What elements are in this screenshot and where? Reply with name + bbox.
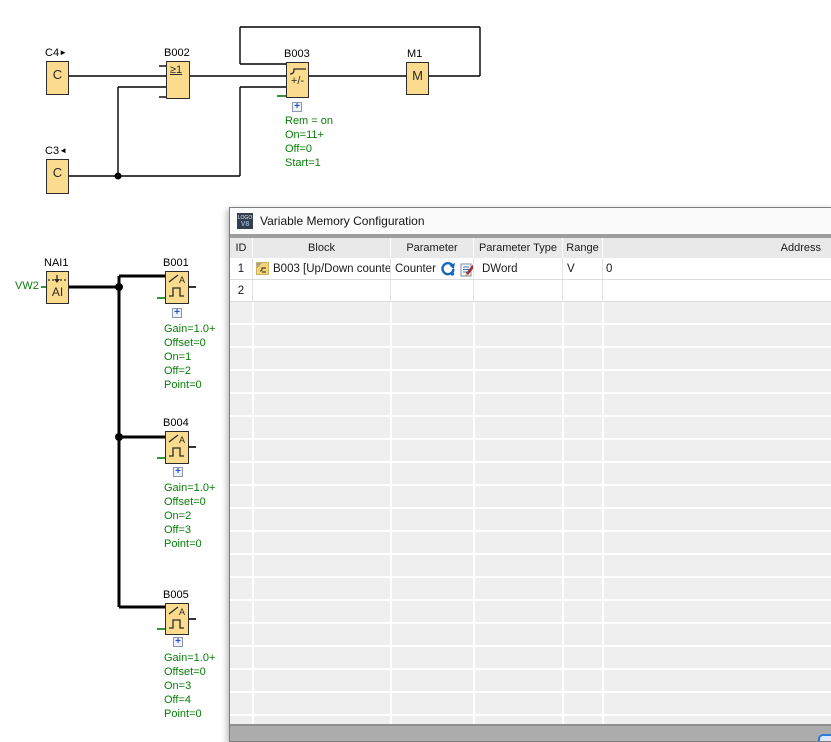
ok-button[interactable]	[818, 734, 831, 742]
expand-icon-b004[interactable]: +	[173, 467, 183, 477]
block-label-c4: C4►	[45, 47, 67, 59]
svg-text:A: A	[179, 275, 185, 285]
circular-reference-icon[interactable]	[440, 261, 456, 277]
svg-text:A: A	[179, 607, 185, 617]
cell-id: 1	[230, 258, 253, 279]
table-row[interactable]: 1 B003 [Up/Down counter] Counter	[230, 258, 831, 280]
cursor-left-icon: ◄	[59, 146, 67, 155]
analog-threshold-icon: A	[166, 432, 188, 460]
block-label-b003: B003	[284, 48, 310, 60]
block-params-b001: Gain=1.0+ Offset=0 On=1 Off=2 Point=0	[164, 322, 215, 392]
table-empty-area	[230, 302, 831, 724]
cell-parameter-type: DWord	[474, 258, 563, 279]
header-parameter: Parameter	[391, 238, 474, 258]
header-id: ID	[230, 238, 253, 258]
grid-line	[390, 302, 392, 724]
block-c3-cursor-key[interactable]: C	[46, 159, 69, 194]
variable-memory-dialog: LOGO V8 Variable Memory Configuration ID…	[229, 207, 831, 742]
table-header-row: ID Block Parameter Parameter Type Range …	[230, 238, 831, 258]
block-label-nai1: NAI1	[44, 257, 68, 269]
cell-address[interactable]	[603, 280, 831, 301]
cell-address[interactable]: 0	[603, 258, 831, 279]
block-label-m1: M1	[407, 48, 422, 60]
cell-range	[563, 280, 603, 301]
block-label-b002: B002	[164, 47, 190, 59]
grid-line	[602, 302, 604, 724]
header-parameter-type: Parameter Type	[474, 238, 563, 258]
cell-range: V	[563, 258, 603, 279]
block-label-b001: B001	[163, 257, 189, 269]
network-input-icon	[47, 274, 68, 285]
block-b003-updown-counter[interactable]: +/-	[286, 62, 309, 98]
header-block: Block	[253, 238, 391, 258]
expand-icon-b005[interactable]: +	[173, 637, 183, 647]
cell-block	[253, 280, 391, 301]
logo-app-icon: LOGO V8	[237, 213, 253, 229]
cell-parameter-type	[474, 280, 563, 301]
block-b002-or-gate[interactable]: ≥1	[166, 61, 190, 99]
expand-icon-b001[interactable]: +	[172, 308, 182, 318]
edit-parameter-icon[interactable]	[460, 261, 474, 277]
fbd-editor-canvas: C4► C3◄ B002 B003 M1 NAI1 B001 B004 B005…	[0, 0, 831, 742]
analog-threshold-icon: A	[166, 272, 188, 300]
analog-threshold-icon: A	[166, 604, 188, 632]
cell-id: 2	[230, 280, 253, 301]
vw2-input-label: VW2	[15, 280, 39, 292]
svg-text:A: A	[179, 435, 185, 445]
block-m1-marker[interactable]: M	[406, 62, 429, 95]
header-address: Address	[603, 238, 831, 258]
cell-parameter	[391, 280, 474, 301]
block-mini-icon	[256, 262, 269, 275]
block-label-b005: B005	[163, 589, 189, 601]
block-b004-analog-threshold[interactable]: A	[165, 431, 189, 464]
block-c4-cursor-key[interactable]: C	[46, 61, 69, 95]
block-nai1-network-analog-input[interactable]: AI	[46, 271, 69, 304]
block-b005-analog-threshold[interactable]: A	[165, 603, 189, 635]
dialog-footer	[230, 724, 831, 741]
analog-wires	[69, 276, 165, 607]
block-label-b004: B004	[163, 417, 189, 429]
block-b001-analog-threshold[interactable]: A	[165, 271, 189, 304]
block-params-b003: Rem = on On=11+ Off=0 Start=1	[285, 114, 333, 170]
cell-parameter: Counter	[391, 258, 474, 279]
block-label-c3: C3◄	[45, 145, 67, 157]
cursor-right-icon: ►	[59, 48, 67, 57]
dialog-title: Variable Memory Configuration	[260, 214, 425, 228]
block-params-b004: Gain=1.0+ Offset=0 On=2 Off=3 Point=0	[164, 481, 215, 551]
header-range: Range	[563, 238, 603, 258]
table-row[interactable]: 2	[230, 280, 831, 302]
grid-line	[562, 302, 564, 724]
cell-block: B003 [Up/Down counter]	[253, 258, 391, 279]
grid-line	[473, 302, 475, 724]
block-params-b005: Gain=1.0+ Offset=0 On=3 Off=4 Point=0	[164, 651, 215, 721]
grid-line	[252, 302, 254, 724]
dialog-titlebar[interactable]: LOGO V8 Variable Memory Configuration	[230, 208, 831, 234]
expand-icon-b003[interactable]: +	[292, 102, 302, 112]
